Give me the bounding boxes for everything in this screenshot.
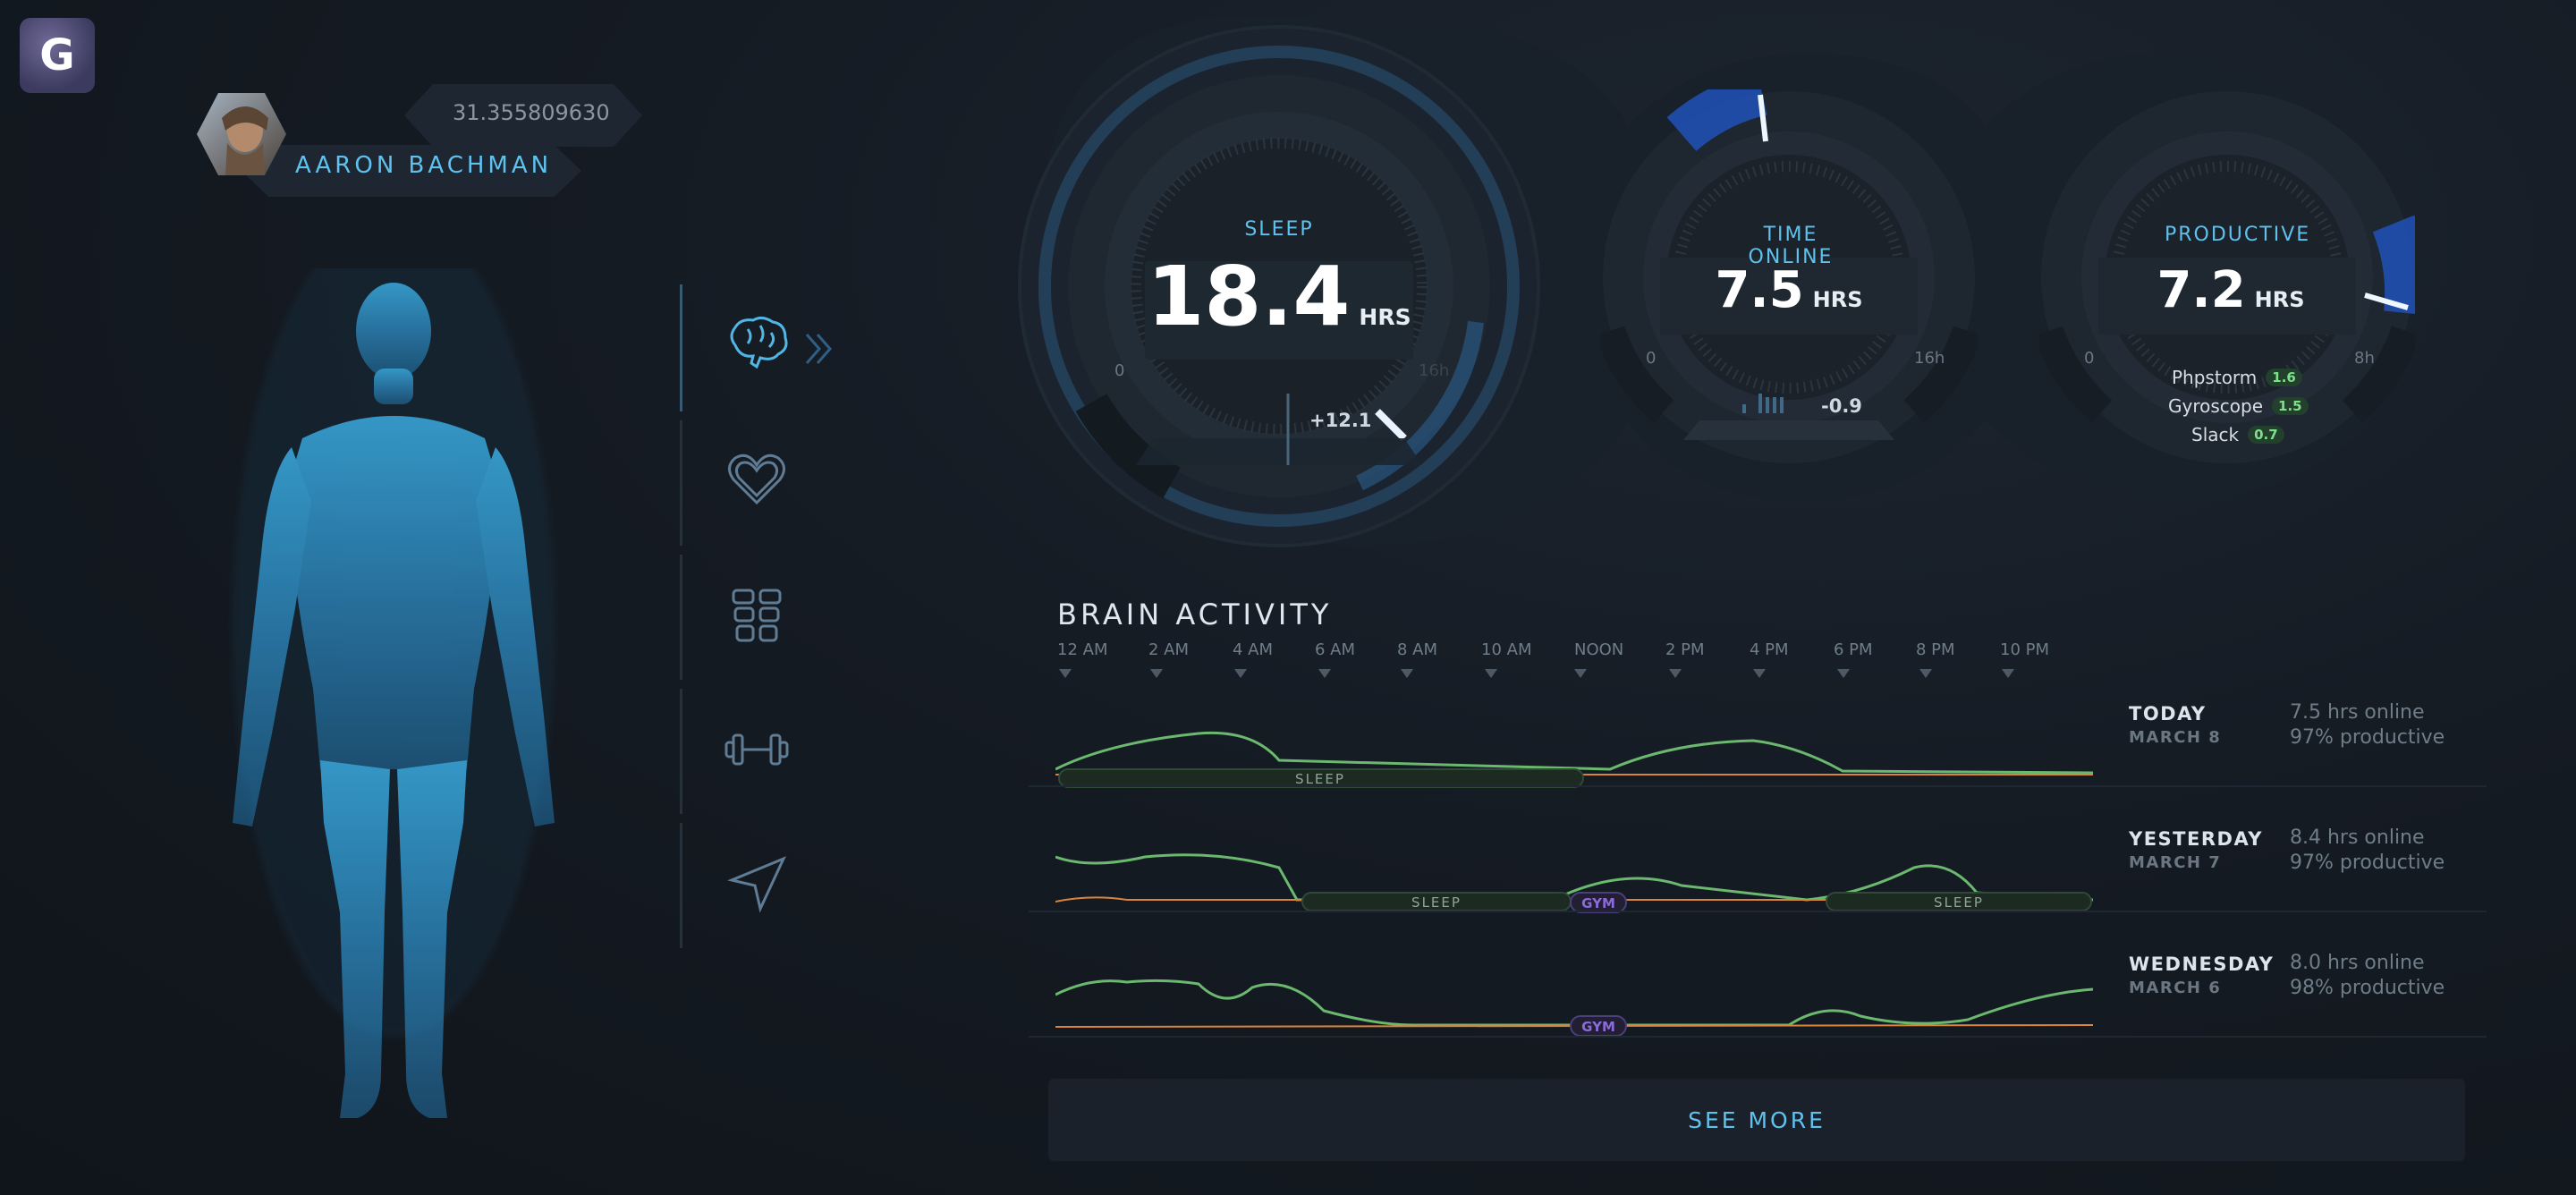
nav-divider xyxy=(680,823,682,948)
row-divider xyxy=(1029,911,2487,912)
day-name[interactable]: YESTERDAY xyxy=(2129,828,2263,850)
tick-marker xyxy=(1150,669,1163,678)
location-arrow-icon xyxy=(727,856,786,913)
dumbbell-icon xyxy=(724,733,789,766)
nav-divider xyxy=(680,555,682,680)
app-logo-letter: G xyxy=(39,30,75,81)
heart-icon xyxy=(728,453,785,505)
nav-item-location[interactable] xyxy=(716,843,798,925)
sleep-max: 16h xyxy=(1419,361,1450,380)
day-productive: 97% productive xyxy=(2290,726,2445,749)
app-row-slack[interactable]: Slack 0.7 xyxy=(2191,424,2284,445)
day-productive: 98% productive xyxy=(2290,977,2445,999)
app-hours: 0.7 xyxy=(2248,426,2284,444)
brain-icon xyxy=(730,316,788,369)
tick-marker xyxy=(1669,669,1682,678)
human-body-figure xyxy=(233,268,555,1118)
day-date: MARCH 6 xyxy=(2129,979,2222,997)
day-name[interactable]: TODAY xyxy=(2129,703,2207,725)
time-tick: 10 AM xyxy=(1481,640,1532,659)
day-productive: 97% productive xyxy=(2290,852,2445,874)
day-date: MARCH 7 xyxy=(2129,853,2222,872)
tick-marker xyxy=(1919,669,1932,678)
time-tick: 10 PM xyxy=(2000,640,2050,659)
productive-unit: HRS xyxy=(2254,287,2305,312)
time-online-min: 0 xyxy=(1646,349,1657,368)
sleep-unit: HRS xyxy=(1359,304,1411,330)
tick-marker xyxy=(2002,669,2014,678)
day-name[interactable]: WEDNESDAY xyxy=(2129,953,2274,975)
time-tick: 6 AM xyxy=(1315,640,1356,659)
day-date: MARCH 8 xyxy=(2129,728,2222,747)
time-tick: 8 PM xyxy=(1916,640,1955,659)
brain-activity-title: BRAIN ACTIVITY xyxy=(1057,598,1333,631)
time-tick: 12 AM xyxy=(1057,640,1108,659)
nav-item-abs[interactable] xyxy=(716,574,798,657)
abs-icon xyxy=(732,589,782,642)
nav-divider-active xyxy=(680,284,682,411)
app-hours: 1.5 xyxy=(2272,397,2309,415)
day-online: 7.5 hrs online xyxy=(2290,701,2425,724)
see-more-button[interactable]: SEE MORE xyxy=(1048,1079,2465,1161)
nav-item-heart[interactable] xyxy=(716,438,798,521)
productive-value: 7.2 HRS xyxy=(2141,261,2320,319)
productive-max: 8h xyxy=(2354,349,2375,368)
gym-tag-label: GYM xyxy=(1581,895,1615,911)
time-online-number: 7.5 xyxy=(1715,261,1804,319)
app-hours: 1.6 xyxy=(2266,369,2302,386)
sleep-number: 18.4 xyxy=(1147,249,1351,344)
app-name: Gyroscope xyxy=(2168,395,2264,417)
nav-divider xyxy=(680,689,682,814)
app-name: Slack xyxy=(2191,424,2240,445)
productive-min: 0 xyxy=(2084,349,2095,368)
sleep-min: 0 xyxy=(1114,361,1125,380)
activity-line-today xyxy=(1055,731,2093,775)
app-logo[interactable]: G xyxy=(20,18,95,93)
tick-marker xyxy=(1837,669,1850,678)
sleep-tag-label: SLEEP xyxy=(1411,894,1462,911)
tick-marker xyxy=(1753,669,1766,678)
app-row-phpstorm[interactable]: Phpstorm 1.6 xyxy=(2172,367,2302,388)
sleep-value: 18.4 HRS xyxy=(1147,249,1411,344)
tick-marker xyxy=(1574,669,1587,678)
coordinate-value: 31.355809630 xyxy=(453,100,610,125)
time-tick: 8 AM xyxy=(1397,640,1438,659)
sleep-tag-label: SLEEP xyxy=(1934,894,1984,911)
row-divider xyxy=(1029,1036,2487,1038)
row-divider xyxy=(1029,785,2487,787)
nav-item-brain[interactable] xyxy=(716,304,798,386)
time-tick: 4 PM xyxy=(1750,640,1789,659)
time-online-max: 16h xyxy=(1914,349,1945,368)
nav-item-fitness[interactable] xyxy=(716,708,798,791)
sleep-delta: +12.1 xyxy=(1309,410,1372,431)
brain-activity-chart: SLEEP SLEEP GYM SLEEP GYM xyxy=(1055,731,2093,1037)
sleep-label: SLEEP xyxy=(1244,218,1314,241)
time-online-value: 7.5 HRS xyxy=(1699,261,1878,319)
time-tick: 6 PM xyxy=(1834,640,1873,659)
tick-marker xyxy=(1401,669,1413,678)
time-tick: 2 AM xyxy=(1148,640,1190,659)
productive-label: PRODUCTIVE xyxy=(2165,224,2311,246)
nav-divider xyxy=(680,420,682,546)
time-online-unit: HRS xyxy=(1812,287,1863,312)
chevron-right-icon xyxy=(805,334,832,364)
profile-name[interactable]: AARON BACHMAN xyxy=(295,152,552,179)
time-tick: NOON xyxy=(1574,640,1624,659)
gym-tag-label: GYM xyxy=(1581,1019,1615,1035)
time-online-delta: -0.9 xyxy=(1821,395,1862,417)
app-row-gyroscope[interactable]: Gyroscope 1.5 xyxy=(2168,395,2309,417)
time-tick: 2 PM xyxy=(1665,640,1705,659)
day-online: 8.4 hrs online xyxy=(2290,826,2425,849)
tick-marker xyxy=(1059,669,1072,678)
productive-number: 7.2 xyxy=(2157,261,2246,319)
tick-marker xyxy=(1318,669,1331,678)
tick-marker xyxy=(1234,669,1247,678)
day-online: 8.0 hrs online xyxy=(2290,952,2425,974)
tick-marker xyxy=(1485,669,1497,678)
app-name: Phpstorm xyxy=(2172,367,2258,388)
avatar[interactable] xyxy=(195,91,288,177)
time-tick: 4 AM xyxy=(1233,640,1274,659)
